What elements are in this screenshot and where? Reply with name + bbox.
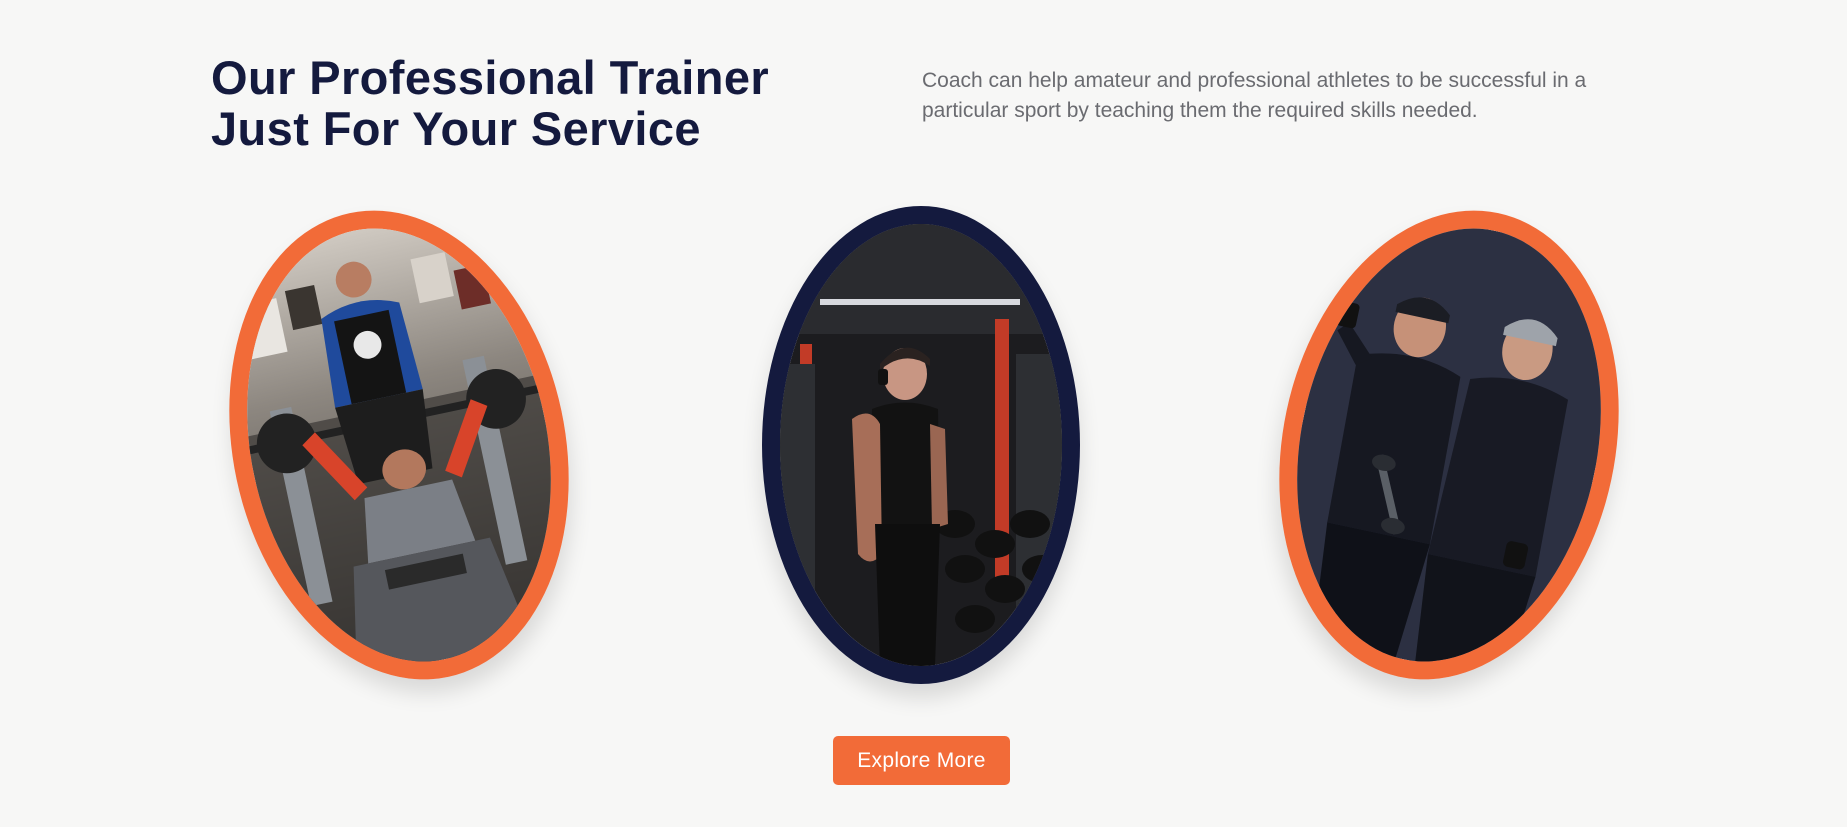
section-title-line-1: Our Professional Trainer (211, 51, 770, 104)
section-title-line-2: Just For Your Service (211, 102, 701, 155)
trainer-card-1 (187, 178, 611, 712)
explore-more-button[interactable]: Explore More (833, 736, 1010, 785)
section-description: Coach can help amateur and professional … (922, 69, 1587, 122)
trainer-card-3 (1237, 178, 1661, 712)
two-trainers-dumbbell-photo (1258, 200, 1640, 690)
trainer-card-2 (762, 206, 1080, 684)
trainers-section: Our Professional Trainer Just For Your S… (0, 0, 1847, 827)
gym-athlete-headphones-photo (780, 224, 1062, 666)
section-title: Our Professional Trainer Just For Your S… (211, 52, 769, 154)
bench-press-spotting-photo (208, 200, 590, 690)
